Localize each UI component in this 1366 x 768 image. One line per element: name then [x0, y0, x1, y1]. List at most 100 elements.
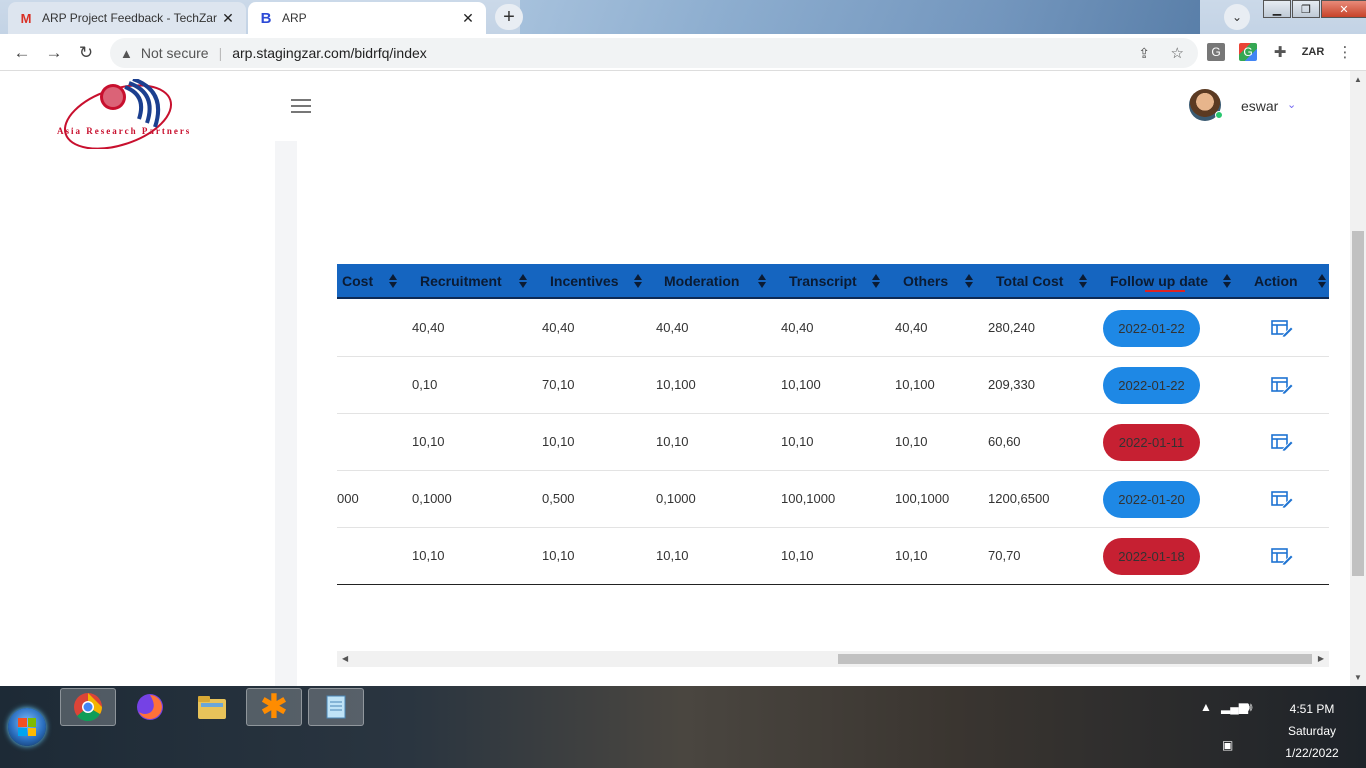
- follow-up-date-badge[interactable]: 2022-01-18: [1103, 538, 1200, 575]
- logo-text: Asia Research Partners: [57, 126, 192, 136]
- edit-icon[interactable]: [1271, 547, 1294, 566]
- cell-transcript: 10,10: [781, 434, 814, 449]
- cell-incentives: 10,10: [542, 434, 575, 449]
- start-button[interactable]: [8, 708, 46, 746]
- notepad-icon[interactable]: [308, 688, 364, 726]
- browser-tab-gmail[interactable]: M ARP Project Feedback - TechZar ✕: [8, 2, 246, 34]
- table-row: 40,40 40,40 40,40 40,40 40,40 280,240 2022-01-…: [337, 300, 1329, 357]
- column-header-action[interactable]: Action: [1246, 264, 1326, 298]
- edit-icon[interactable]: [1271, 376, 1294, 395]
- follow-up-date-badge[interactable]: 2022-01-22: [1103, 310, 1200, 347]
- reload-icon[interactable]: ↻: [74, 42, 98, 64]
- file-explorer-icon[interactable]: [184, 688, 240, 726]
- extension-google-icon[interactable]: G: [1239, 43, 1257, 61]
- warning-icon[interactable]: ▲: [120, 46, 133, 61]
- scroll-right-icon[interactable]: ▶: [1318, 654, 1324, 663]
- cell-recruitment: 0,10: [412, 377, 438, 392]
- chrome-menu-icon[interactable]: ⋮: [1336, 43, 1354, 61]
- extensions-puzzle-icon[interactable]: ✚: [1271, 43, 1289, 61]
- table-row: 000 0,1000 0,500 0,1000 100,1000 100,1000 1200…: [337, 471, 1329, 528]
- back-icon[interactable]: ←: [10, 42, 34, 64]
- system-clock[interactable]: 4:51 PM Saturday 1/22/2022: [1270, 698, 1354, 764]
- tab-title: ARP: [282, 11, 307, 25]
- url-text[interactable]: arp.stagingzar.com/bidrfq/index: [232, 45, 427, 61]
- online-status-icon: [1215, 111, 1223, 119]
- close-window-button[interactable]: ✕: [1321, 0, 1366, 18]
- sort-icon[interactable]: [519, 274, 527, 288]
- close-tab-icon[interactable]: ✕: [220, 10, 236, 27]
- cell-moderation: 0,1000: [656, 491, 696, 506]
- maximize-button[interactable]: ❐: [1292, 0, 1320, 18]
- avatar[interactable]: [1189, 89, 1223, 121]
- edit-icon[interactable]: [1271, 490, 1294, 509]
- network-signal-icon[interactable]: ▂▄▆: [1221, 700, 1248, 714]
- sidebar-divider: [275, 141, 297, 686]
- column-header-total-cost[interactable]: Total Cost: [988, 264, 1087, 298]
- menu-toggle-icon[interactable]: [291, 99, 311, 113]
- scroll-thumb[interactable]: [838, 654, 1312, 664]
- column-header-moderation[interactable]: Moderation: [656, 264, 766, 298]
- cell-recruitment: 0,1000: [412, 491, 452, 506]
- action-center-icon[interactable]: ▣: [1222, 738, 1233, 752]
- zar-extension-icon[interactable]: ZAR: [1301, 43, 1325, 61]
- chevron-down-icon[interactable]: ⌄: [1287, 98, 1296, 111]
- chrome-icon[interactable]: [60, 688, 116, 726]
- bookmark-star-icon[interactable]: ☆: [1171, 44, 1184, 62]
- horizontal-scrollbar[interactable]: ◀ ▶: [337, 651, 1329, 667]
- sort-icon[interactable]: [965, 274, 973, 288]
- firefox-icon[interactable]: [122, 688, 178, 726]
- forward-icon[interactable]: →: [42, 42, 66, 64]
- scroll-down-icon[interactable]: ▼: [1354, 673, 1362, 682]
- sort-icon[interactable]: [389, 274, 397, 288]
- browser-tab-strip: M ARP Project Feedback - TechZar ✕ B ARP…: [0, 0, 1366, 34]
- minimize-button[interactable]: ▁: [1263, 0, 1291, 18]
- column-header-others[interactable]: Others: [895, 264, 973, 298]
- sort-icon[interactable]: [1318, 274, 1326, 288]
- follow-up-date-badge[interactable]: 2022-01-11: [1103, 424, 1200, 461]
- volume-icon[interactable]: 🔊︎: [1245, 700, 1253, 715]
- show-hidden-icons-icon[interactable]: ▲: [1200, 700, 1212, 714]
- column-label: Others: [903, 273, 949, 289]
- cell-total-cost: 209,330: [988, 377, 1035, 392]
- cell-others: 100,1000: [895, 491, 950, 506]
- cell-total-cost: 1200,6500: [988, 491, 1050, 506]
- share-icon[interactable]: ⇪: [1138, 45, 1150, 62]
- scroll-left-icon[interactable]: ◀: [342, 654, 348, 663]
- windows-taskbar: ✱ ▲ ▂▄▆ 🔊︎ ▣ 4:51 PM Saturday 1/22/2022: [0, 686, 1366, 768]
- close-tab-icon[interactable]: ✕: [460, 10, 476, 27]
- sort-icon[interactable]: [872, 274, 880, 288]
- sort-icon[interactable]: [1223, 274, 1231, 288]
- edit-icon[interactable]: [1271, 433, 1294, 452]
- security-label[interactable]: Not secure: [141, 45, 209, 61]
- new-tab-button[interactable]: +: [495, 4, 523, 30]
- vertical-scrollbar[interactable]: ▲ ▼: [1350, 71, 1366, 686]
- username[interactable]: eswar: [1241, 98, 1278, 114]
- sort-icon[interactable]: [1079, 274, 1087, 288]
- asia-research-partners-logo[interactable]: Asia Research Partners: [55, 77, 210, 150]
- cell-others: 10,100: [895, 377, 935, 392]
- column-header-transcript[interactable]: Transcript: [781, 264, 880, 298]
- sort-icon[interactable]: [758, 274, 766, 288]
- page-content: Asia Research Partners eswar ⌄ Cost Recr…: [0, 71, 1350, 686]
- column-label: Incentives: [550, 273, 619, 289]
- column-header-incentives[interactable]: Incentives: [542, 264, 642, 298]
- cell-others: 10,10: [895, 434, 928, 449]
- edit-icon[interactable]: [1271, 319, 1294, 338]
- address-bar[interactable]: ▲ Not secure | arp.stagingzar.com/bidrfq…: [110, 38, 1198, 68]
- sort-icon[interactable]: [634, 274, 642, 288]
- browser-tab-arp[interactable]: B ARP ✕: [248, 2, 486, 34]
- follow-up-date-badge[interactable]: 2022-01-20: [1103, 481, 1200, 518]
- scroll-up-icon[interactable]: ▲: [1354, 75, 1362, 84]
- cell-incentives: 70,10: [542, 377, 575, 392]
- app-asterisk-icon[interactable]: ✱: [246, 688, 302, 726]
- tab-title: ARP Project Feedback - TechZar: [42, 11, 217, 25]
- column-header-recruitment[interactable]: Recruitment: [412, 264, 527, 298]
- scroll-thumb[interactable]: [1352, 231, 1364, 576]
- column-header-follow-up-date[interactable]: Follow up date: [1102, 264, 1231, 298]
- follow-up-date-badge[interactable]: 2022-01-22: [1103, 367, 1200, 404]
- column-header-cost[interactable]: Cost: [337, 264, 397, 298]
- cell-total-cost: 280,240: [988, 320, 1035, 335]
- firefox-logo: [137, 694, 163, 720]
- extension-g-icon[interactable]: G: [1207, 43, 1225, 61]
- tab-search-button[interactable]: ⌄: [1224, 4, 1250, 30]
